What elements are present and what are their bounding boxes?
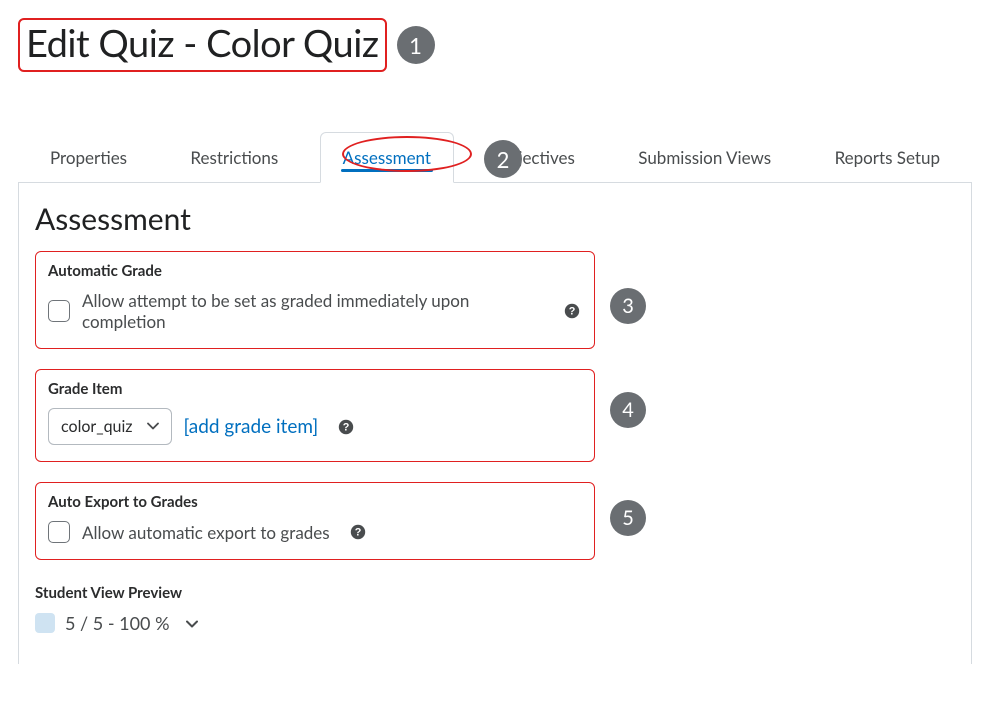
grade-item-select[interactable]: color_quiz xyxy=(48,408,172,445)
callout-badge-4: 4 xyxy=(610,392,646,428)
tab-reports-setup[interactable]: Reports Setup xyxy=(813,133,962,182)
automatic-grade-label: Allow attempt to be set as graded immedi… xyxy=(82,290,545,332)
chevron-down-icon[interactable] xyxy=(186,612,198,634)
student-view-preview-section: Student View Preview 5 / 5 - 100 % xyxy=(35,584,955,634)
grade-item-section: Grade Item color_quiz [add grade item] ? xyxy=(35,369,595,462)
page-title: Edit Quiz - Color Quiz xyxy=(26,20,379,66)
svg-text:?: ? xyxy=(354,527,361,539)
title-highlight-box: Edit Quiz - Color Quiz xyxy=(18,18,387,72)
grade-item-selected-value: color_quiz xyxy=(61,417,133,436)
chevron-down-icon xyxy=(147,417,159,436)
tab-assessment[interactable]: Assessment xyxy=(320,132,454,183)
callout-badge-5: 5 xyxy=(610,500,646,536)
auto-export-section: Auto Export to Grades Allow automatic ex… xyxy=(35,482,595,560)
callout-badge-2: 2 xyxy=(484,140,522,178)
help-icon[interactable]: ? xyxy=(563,301,582,321)
svg-text:?: ? xyxy=(343,421,350,433)
add-grade-item-link[interactable]: [add grade item] xyxy=(184,415,319,438)
callout-badge-1: 1 xyxy=(397,26,435,64)
help-icon[interactable]: ? xyxy=(348,522,368,542)
help-icon[interactable]: ? xyxy=(336,417,356,437)
svg-text:?: ? xyxy=(569,306,576,318)
tab-properties[interactable]: Properties xyxy=(28,133,149,182)
automatic-grade-heading: Automatic Grade xyxy=(48,262,582,280)
callout-badge-3: 3 xyxy=(610,288,646,324)
automatic-grade-section: Automatic Grade Allow attempt to be set … xyxy=(35,251,595,349)
tab-submission-views[interactable]: Submission Views xyxy=(616,133,793,182)
assessment-panel: Assessment Automatic Grade Allow attempt… xyxy=(18,183,972,664)
auto-export-checkbox[interactable] xyxy=(48,521,70,543)
auto-export-label: Allow automatic export to grades xyxy=(82,522,330,543)
auto-export-heading: Auto Export to Grades xyxy=(48,493,582,511)
student-view-preview-value: 5 / 5 - 100 % xyxy=(65,612,170,634)
section-title: Assessment xyxy=(35,201,955,237)
grade-item-heading: Grade Item xyxy=(48,380,582,398)
preview-color-swatch xyxy=(35,613,55,633)
tab-restrictions[interactable]: Restrictions xyxy=(168,133,300,182)
automatic-grade-checkbox[interactable] xyxy=(48,300,70,322)
student-view-preview-heading: Student View Preview xyxy=(35,584,955,602)
